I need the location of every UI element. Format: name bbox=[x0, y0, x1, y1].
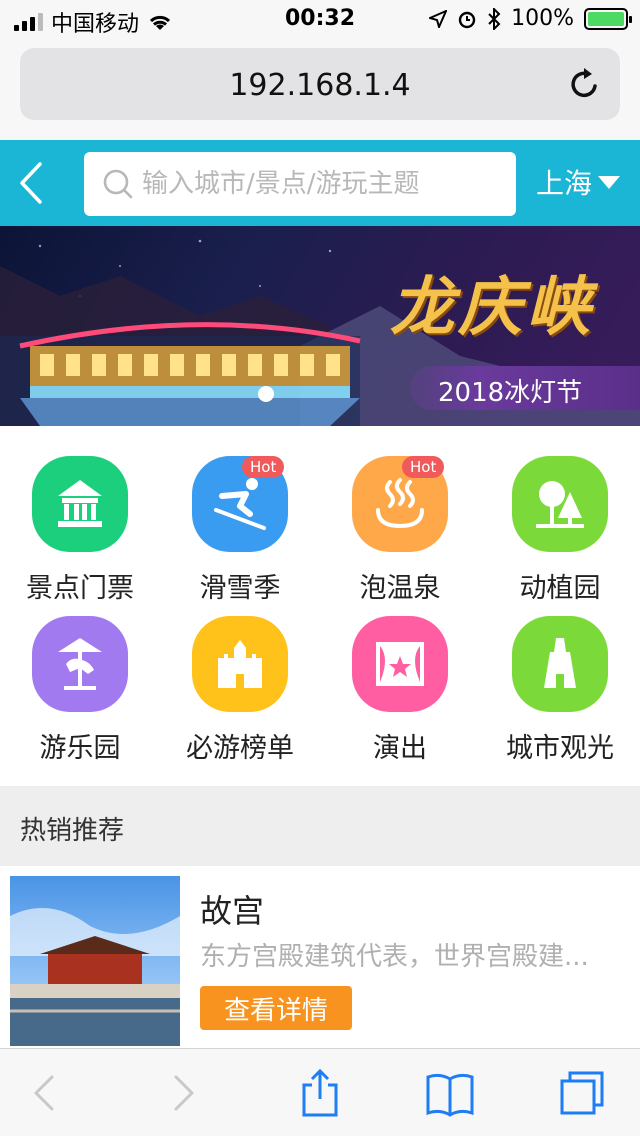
browser-toolbar bbox=[0, 1048, 640, 1136]
pavilion-icon bbox=[58, 480, 102, 527]
hot-spring-icon bbox=[376, 478, 424, 529]
category-must-visit[interactable]: 必游榜单 bbox=[160, 586, 320, 764]
location-icon bbox=[429, 9, 448, 28]
status-bar: 中国移动 00:32 100% bbox=[0, 0, 640, 40]
browser-chrome: 192.168.1.4 bbox=[0, 40, 640, 140]
chevron-down-icon bbox=[598, 175, 621, 189]
app-header: 上海 bbox=[0, 140, 640, 226]
tile-amusement-park bbox=[32, 616, 128, 712]
bookmarks-icon[interactable] bbox=[424, 1067, 476, 1119]
search-input[interactable] bbox=[140, 152, 500, 216]
promo-banner[interactable]: 龙庆峡 2018冰灯节 bbox=[0, 226, 640, 426]
hot-badge: Hot bbox=[242, 456, 285, 478]
browser-back-icon[interactable] bbox=[20, 1067, 72, 1119]
back-arrow-icon[interactable] bbox=[12, 158, 52, 208]
banner-title: 龙庆峡 bbox=[390, 270, 594, 345]
browser-forward-icon[interactable] bbox=[156, 1067, 208, 1119]
category-label: 必游榜单 bbox=[186, 733, 294, 764]
tower-icon bbox=[544, 638, 576, 688]
share-icon[interactable] bbox=[294, 1067, 346, 1119]
category-ski[interactable]: 滑雪季 bbox=[160, 426, 320, 604]
category-zoo[interactable]: 动植园 bbox=[480, 426, 640, 604]
tree-icon bbox=[536, 481, 584, 528]
item-thumbnail bbox=[10, 876, 180, 1046]
hot-badge: Hot bbox=[402, 456, 445, 478]
status-right: 100% bbox=[429, 6, 632, 31]
alarm-icon bbox=[458, 11, 476, 28]
tile-tickets bbox=[32, 456, 128, 552]
bluetooth-icon bbox=[488, 7, 501, 30]
section-header: 热销推荐 bbox=[0, 786, 640, 866]
banner-subtitle: 2018冰灯节 bbox=[438, 378, 583, 408]
category-city-tour[interactable]: 城市观光 bbox=[480, 586, 640, 764]
category-label: 城市观光 bbox=[506, 733, 614, 764]
category-grid: 景点门票 滑雪季 Hot 泡温泉 Hot 动植园 游乐园 必游榜单 演出 城市观… bbox=[0, 426, 640, 786]
address-bar[interactable]: 192.168.1.4 bbox=[20, 48, 620, 120]
category-label: 演出 bbox=[373, 733, 427, 764]
tabs-icon[interactable] bbox=[556, 1067, 608, 1119]
search-icon bbox=[103, 169, 133, 199]
carousel-icon bbox=[58, 638, 102, 690]
city-selector[interactable]: 上海 bbox=[536, 162, 621, 202]
tile-city-tour bbox=[512, 616, 608, 712]
tile-shows bbox=[352, 616, 448, 712]
section-title: 热销推荐 bbox=[20, 816, 125, 846]
category-label: 游乐园 bbox=[39, 733, 121, 764]
battery-text: 100% bbox=[511, 6, 574, 31]
reload-icon[interactable] bbox=[564, 64, 604, 104]
search-box[interactable] bbox=[84, 152, 516, 216]
tile-zoo bbox=[512, 456, 608, 552]
item-title: 故宫 bbox=[200, 892, 265, 930]
view-details-button[interactable]: 查看详情 bbox=[200, 986, 352, 1030]
url-text[interactable]: 192.168.1.4 bbox=[20, 68, 620, 103]
city-label: 上海 bbox=[536, 167, 593, 200]
item-description: 东方宫殿建筑代表，世界宫殿建... bbox=[200, 942, 589, 972]
stage-icon bbox=[376, 642, 424, 686]
skier-icon bbox=[214, 478, 266, 530]
category-shows[interactable]: 演出 bbox=[320, 586, 480, 764]
category-hot-spring[interactable]: 泡温泉 bbox=[320, 426, 480, 604]
list-item[interactable]: 故宫 东方宫殿建筑代表，世界宫殿建... 查看详情 bbox=[0, 866, 640, 1048]
category-tickets[interactable]: 景点门票 bbox=[0, 426, 160, 604]
battery-icon bbox=[584, 7, 632, 30]
tile-must-visit bbox=[192, 616, 288, 712]
category-amusement-park[interactable]: 游乐园 bbox=[0, 586, 160, 764]
castle-icon bbox=[218, 640, 262, 688]
